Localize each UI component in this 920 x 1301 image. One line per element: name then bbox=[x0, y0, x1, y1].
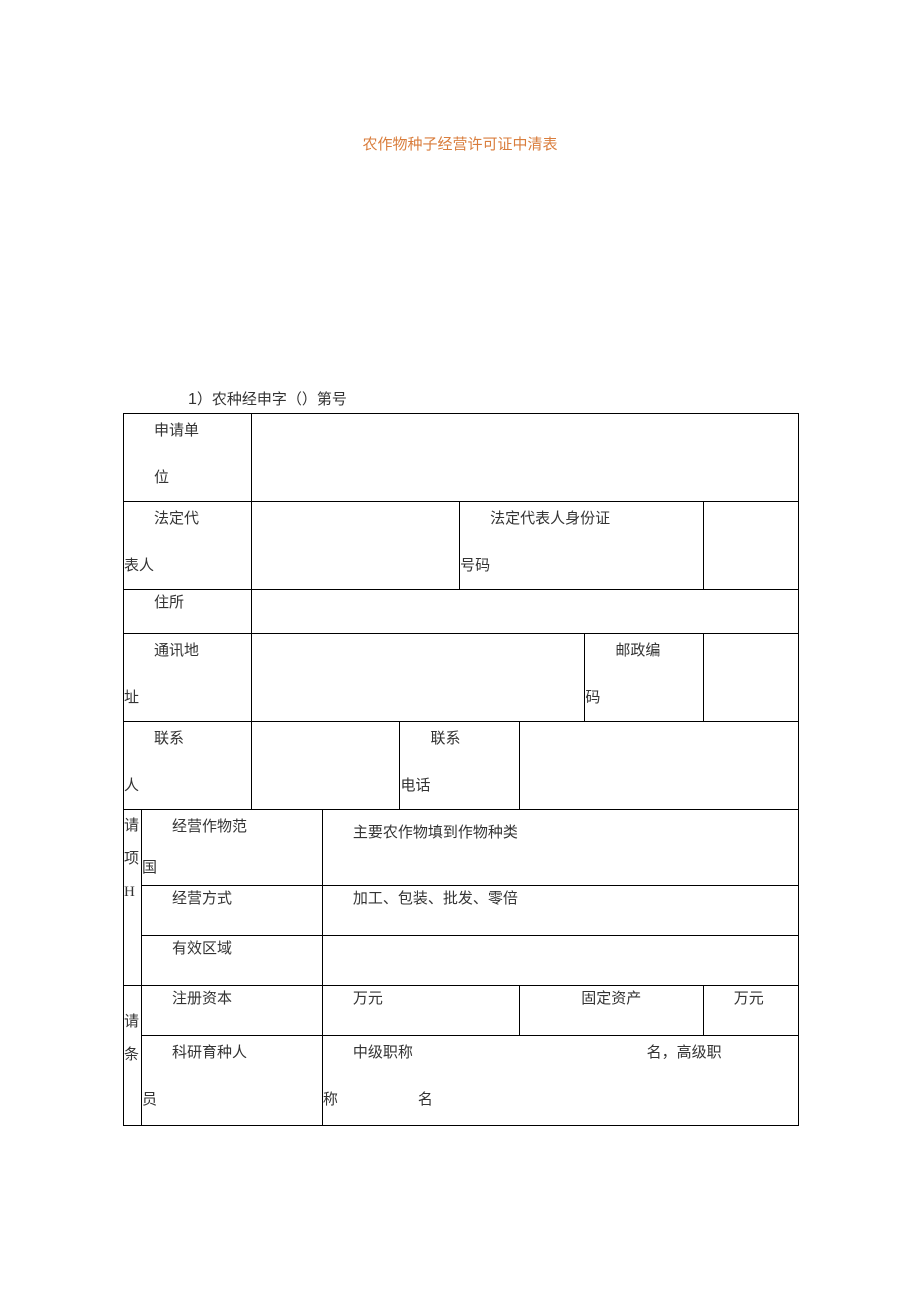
value-crop-scope: 主要农作物填到作物种类 bbox=[322, 810, 798, 886]
value-research-staff: 中级职称 名，高级职 称名 bbox=[322, 1036, 798, 1126]
application-form-table: 申请单 位 法定代 表人 法定代表人身份证 号码 住所 通讯地 址 邮政编 码 bbox=[123, 413, 799, 1126]
label-fixed-assets: 固定资产 bbox=[519, 986, 703, 1036]
value-address bbox=[251, 590, 798, 634]
row-research-staff: 科研育种人 员 中级职称 名，高级职 称名 bbox=[124, 1036, 799, 1126]
value-valid-area bbox=[322, 936, 798, 986]
value-contact-phone bbox=[519, 722, 798, 810]
row-address: 住所 bbox=[124, 590, 799, 634]
label-reg-capital: 注册资本 bbox=[142, 986, 323, 1036]
row-valid-area: 有效区域 bbox=[124, 936, 799, 986]
label-postal-code: 邮政编 码 bbox=[585, 634, 704, 722]
value-mailing-addr bbox=[251, 634, 585, 722]
label-apply-conditions: 请条 bbox=[124, 986, 142, 1126]
row-reg-capital: 请条 注册资本 万元 固定资产 万元 bbox=[124, 986, 799, 1036]
label-apply-items: 请项H bbox=[124, 810, 142, 986]
value-applicant-unit bbox=[251, 414, 798, 502]
label-applicant-unit: 申请单 位 bbox=[124, 414, 252, 502]
form-number-line: 1）农种经申字（）第号 bbox=[188, 388, 347, 409]
label-address: 住所 bbox=[124, 590, 252, 634]
form-number-digit: 1 bbox=[188, 391, 197, 408]
value-business-mode: 加工、包装、批发、零倍 bbox=[322, 886, 798, 936]
label-business-mode: 经营方式 bbox=[142, 886, 323, 936]
form-number-text: ）农种经申字（）第号 bbox=[197, 392, 347, 408]
label-legal-rep: 法定代 表人 bbox=[124, 502, 252, 590]
label-contact-phone: 联系 电话 bbox=[400, 722, 519, 810]
label-research-staff: 科研育种人 员 bbox=[142, 1036, 323, 1126]
value-legal-rep-id bbox=[703, 502, 798, 590]
value-contact-person bbox=[251, 722, 400, 810]
document-title: 农作物种子经营许可证中清表 bbox=[0, 133, 920, 154]
label-valid-area: 有效区域 bbox=[142, 936, 323, 986]
row-legal-rep: 法定代 表人 法定代表人身份证 号码 bbox=[124, 502, 799, 590]
row-business-mode: 经营方式 加工、包装、批发、零倍 bbox=[124, 886, 799, 936]
value-fixed-assets: 万元 bbox=[703, 986, 798, 1036]
row-contact: 联系 人 联系 电话 bbox=[124, 722, 799, 810]
value-legal-rep bbox=[251, 502, 459, 590]
label-crop-scope: 经营作物范 国 bbox=[142, 810, 323, 886]
value-postal-code bbox=[704, 634, 799, 722]
label-contact-person: 联系 人 bbox=[124, 722, 252, 810]
value-reg-capital: 万元 bbox=[322, 986, 519, 1036]
label-legal-rep-id: 法定代表人身份证 号码 bbox=[460, 502, 704, 590]
label-mailing-addr: 通讯地 址 bbox=[124, 634, 252, 722]
row-applicant-unit: 申请单 位 bbox=[124, 414, 799, 502]
row-crop-scope: 请项H 经营作物范 国 主要农作物填到作物种类 bbox=[124, 810, 799, 886]
row-mailing: 通讯地 址 邮政编 码 bbox=[124, 634, 799, 722]
